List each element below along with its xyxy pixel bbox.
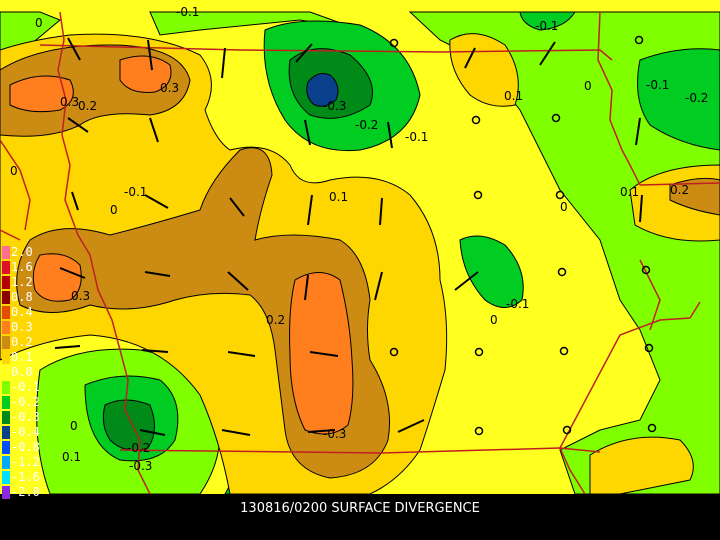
legend-entry: 0.1 xyxy=(0,350,60,364)
legend-swatch xyxy=(2,366,10,379)
contour-label: -0.2 xyxy=(127,441,150,455)
legend-swatch xyxy=(2,351,10,364)
contour-label: -0.2 xyxy=(685,91,708,105)
legend-swatch xyxy=(2,456,10,469)
contour-label: 0.1 xyxy=(504,89,523,103)
contour-label: 0 xyxy=(490,313,498,327)
legend-swatch xyxy=(2,306,10,319)
map-caption: 130816/0200 SURFACE DIVERGENCE xyxy=(240,501,480,516)
contour-label: 0.2 xyxy=(266,313,285,327)
contour-label: 0 xyxy=(584,79,592,93)
contour-label: 0 xyxy=(70,419,78,433)
legend-swatch xyxy=(2,471,10,484)
contour-label: 0 xyxy=(35,16,43,30)
legend-entry: -0.4 xyxy=(0,425,60,439)
contour-label: -0.2 xyxy=(355,118,378,132)
contour-label: 0.3 xyxy=(160,81,179,95)
contour-label: 0 xyxy=(10,164,18,178)
legend-swatch xyxy=(2,426,10,439)
legend-entry: -0.1 xyxy=(0,380,60,394)
legend-entry: 1.2 xyxy=(0,275,60,289)
contour-label: 0.1 xyxy=(329,190,348,204)
contour-label: 0.3 xyxy=(60,95,79,109)
contour-label: -0.3 xyxy=(323,99,346,113)
legend-label: 0.3 xyxy=(11,320,33,334)
legend-entry: -0.8 xyxy=(0,440,60,454)
legend-label: -0.3 xyxy=(11,410,40,424)
legend-swatch xyxy=(2,276,10,289)
legend-swatch xyxy=(2,381,10,394)
legend-swatch xyxy=(2,396,10,409)
contour-label: -0.3 xyxy=(129,459,152,473)
legend-label: 0.4 xyxy=(11,305,33,319)
divergence-map: 0-0.1-0.10.30.20.3-0.3-0.2-0.10.10 -0.1-0… xyxy=(0,0,720,494)
legend-entry: -0.2 xyxy=(0,395,60,409)
legend-entry: 1.6 xyxy=(0,260,60,274)
legend-entry: -2.0 xyxy=(0,485,60,499)
contour-label: 0.2 xyxy=(670,183,689,197)
contour-label: 0.1 xyxy=(62,450,81,464)
legend-label: -0.1 xyxy=(11,380,40,394)
contour-label: 0.2 xyxy=(78,99,97,113)
legend-label: -0.4 xyxy=(11,425,40,439)
legend-entry: -1.6 xyxy=(0,470,60,484)
contour-label: -0.1 xyxy=(405,130,428,144)
contour-label: -0.1 xyxy=(506,297,529,311)
legend-label: -0.2 xyxy=(11,395,40,409)
legend-swatch xyxy=(2,321,10,334)
legend-entry: 0.0 xyxy=(0,365,60,379)
legend-entry: -0.3 xyxy=(0,410,60,424)
legend-swatch xyxy=(2,411,10,424)
legend-label: 0.0 xyxy=(11,365,33,379)
legend-label: -0.8 xyxy=(11,440,40,454)
legend-swatch xyxy=(2,246,10,259)
legend-swatch xyxy=(2,441,10,454)
legend-label: -1.6 xyxy=(11,470,40,484)
contour-label: 0 xyxy=(560,200,568,214)
contour-label: 0.1 xyxy=(620,185,639,199)
legend-swatch xyxy=(2,336,10,349)
legend-swatch xyxy=(2,261,10,274)
legend-entry: 0.3 xyxy=(0,320,60,334)
legend-label: -1.2 xyxy=(11,455,40,469)
legend-swatch xyxy=(2,486,10,499)
legend-entry: -1.2 xyxy=(0,455,60,469)
legend-label: 1.2 xyxy=(11,275,33,289)
legend-entry: 0.8 xyxy=(0,290,60,304)
contour-label: -0.1 xyxy=(646,78,669,92)
contour-label: -0.3 xyxy=(323,427,346,441)
legend-swatch xyxy=(2,291,10,304)
contour-label: -0.1 xyxy=(176,5,199,19)
contour-label: 0.3 xyxy=(71,289,90,303)
legend-label: 1.6 xyxy=(11,260,33,274)
color-legend: 2.0 1.6 1.2 0.8 0.4 0.3 0.2 0.1 0.0 -0.1 -0.2 -0.3-… xyxy=(0,245,60,516)
legend-entry: 2.0 xyxy=(0,245,60,259)
legend-label: 2.0 xyxy=(11,245,33,259)
legend-entry: 0.4 xyxy=(0,305,60,319)
contour-label: 0 xyxy=(110,203,118,217)
legend-label: -2.0 xyxy=(11,485,40,499)
legend-label: 0.2 xyxy=(11,335,33,349)
legend-entry: 0.2 xyxy=(0,335,60,349)
legend-label: 0.1 xyxy=(11,350,33,364)
contour-label: -0.1 xyxy=(124,185,147,199)
legend-label: 0.8 xyxy=(11,290,33,304)
contour-label: -0.1 xyxy=(535,19,558,33)
